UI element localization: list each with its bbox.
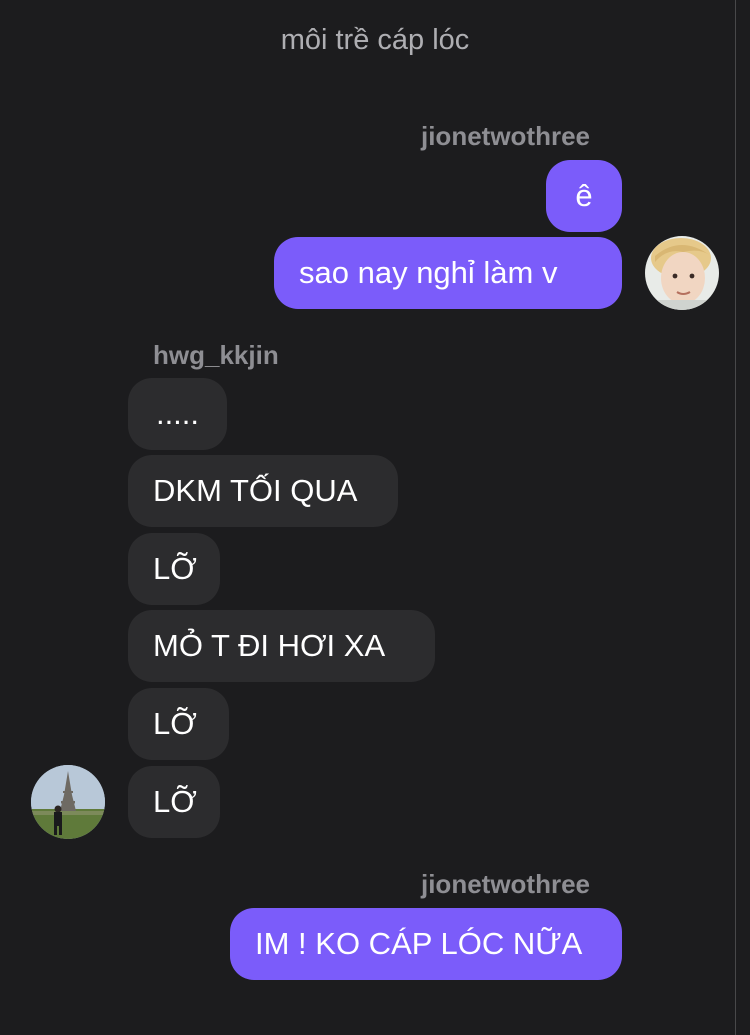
message-bubble[interactable]: LỠ xyxy=(128,688,229,760)
message-bubble[interactable]: LỠ xyxy=(128,766,220,838)
message-bubble[interactable]: LỠ xyxy=(128,533,220,605)
message-bubble[interactable]: DKM TỐI QUA xyxy=(128,455,398,527)
avatar[interactable] xyxy=(31,765,105,839)
message-bubble[interactable]: IM ! KO CÁP LÓC NỮA xyxy=(230,908,622,980)
message-bubble[interactable]: ê xyxy=(546,160,622,232)
message-bubble[interactable]: ..... xyxy=(128,378,227,450)
message-bubble[interactable]: MỎ T ĐI HƠI XA xyxy=(128,610,435,682)
scrollbar[interactable] xyxy=(735,0,736,1035)
chat-title: môi trề cáp lóc xyxy=(280,24,470,56)
user-avatar-image xyxy=(31,765,105,839)
user-avatar-image xyxy=(645,236,719,310)
message-bubble[interactable]: sao nay nghỉ làm v xyxy=(274,237,622,309)
sender-name: jionetwothree xyxy=(420,869,590,899)
sender-name: hwg_kkjin xyxy=(153,340,279,370)
avatar[interactable] xyxy=(645,236,719,310)
sender-name: jionetwothree xyxy=(420,121,590,151)
